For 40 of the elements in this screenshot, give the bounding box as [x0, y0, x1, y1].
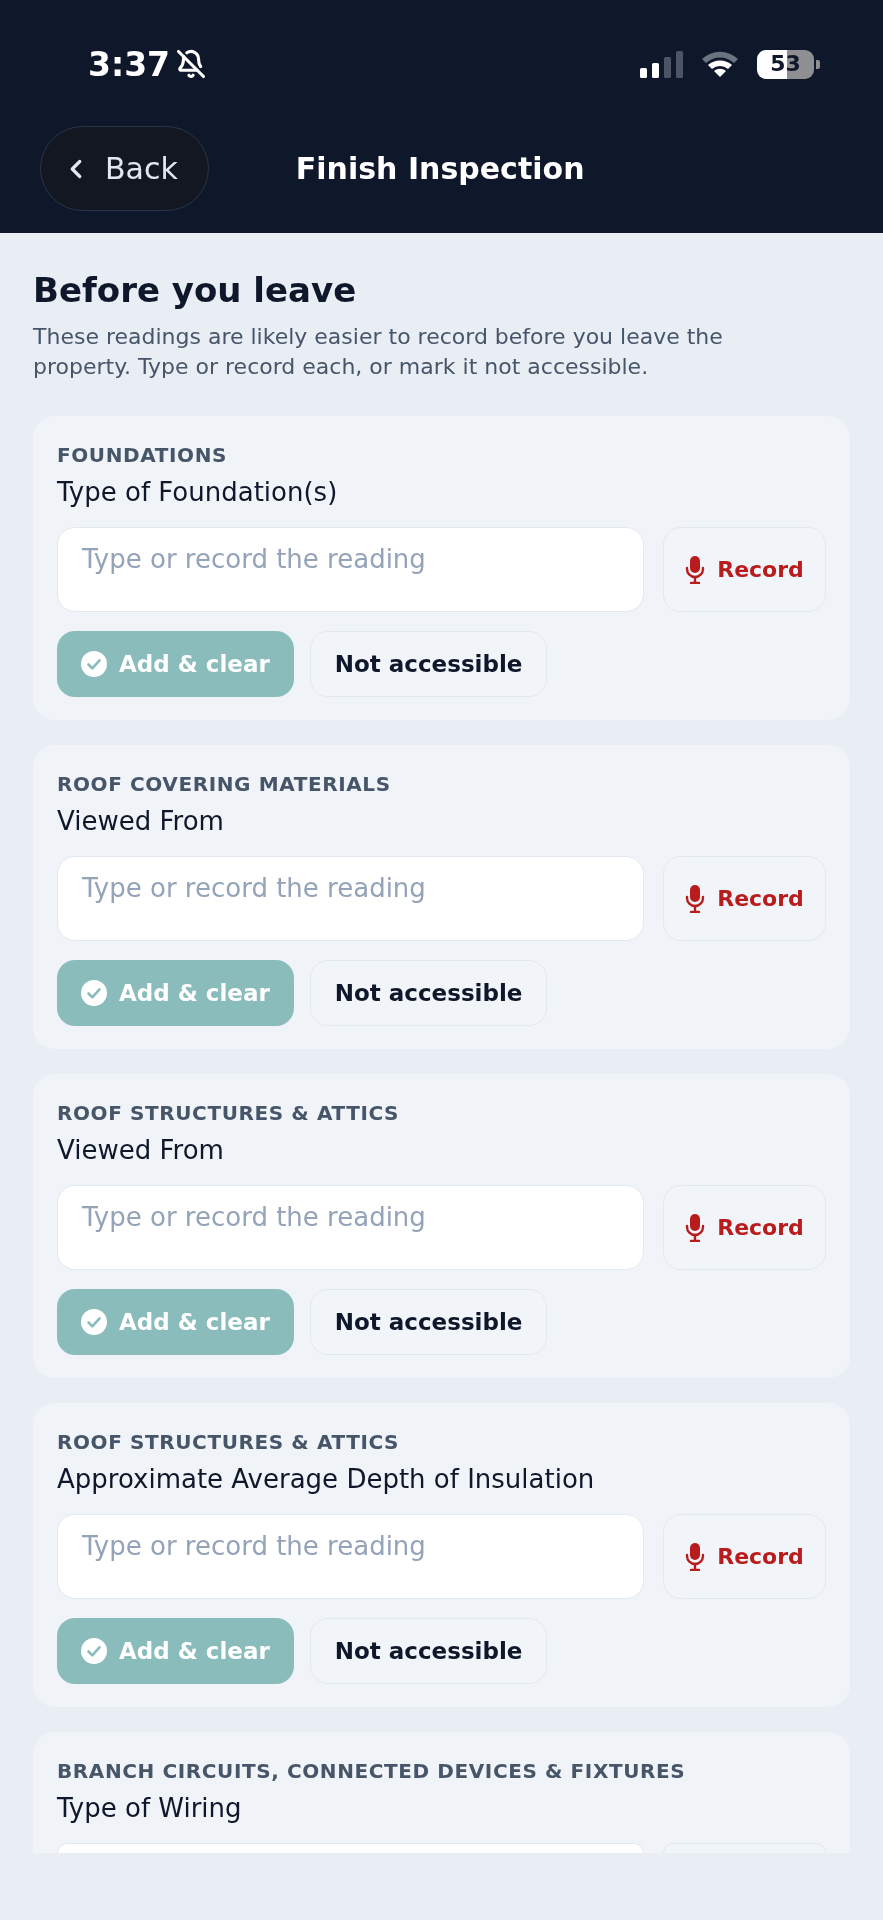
not-accessible-button[interactable]: Not accessible — [309, 960, 548, 1026]
bell-slash-icon — [176, 49, 207, 79]
wifi-icon — [701, 50, 739, 78]
reading-input[interactable]: Type or record the reading — [57, 1185, 644, 1270]
section-category: ROOF STRUCTURES & ATTICS — [57, 1430, 401, 1454]
section-category: BRANCH CIRCUITS, CONNECTED DEVICES & FIXTURES — [57, 1759, 687, 1783]
not-accessible-button[interactable]: Not accessible — [309, 1618, 548, 1684]
signal-icon — [640, 50, 683, 78]
reading-input[interactable]: Type or record the reading — [57, 856, 644, 941]
screen-title: Finish Inspection — [295, 150, 585, 188]
reading-input[interactable] — [57, 1843, 644, 1853]
section-category: ROOF STRUCTURES & ATTICS — [57, 1101, 401, 1125]
reading-input[interactable]: Type or record the reading — [57, 527, 644, 612]
microphone-icon — [685, 1213, 706, 1242]
microphone-icon — [685, 1542, 706, 1571]
record-button[interactable]: Record — [663, 1185, 826, 1270]
back-button[interactable]: Back — [40, 126, 209, 211]
battery-indicator: 53 — [757, 49, 820, 79]
section-heading: Before you leave — [33, 270, 358, 310]
reading-input[interactable]: Type or record the reading — [57, 1514, 644, 1599]
record-button[interactable]: Record — [663, 1514, 826, 1599]
not-accessible-button[interactable]: Not accessible — [309, 631, 548, 697]
microphone-icon — [685, 884, 706, 913]
check-circle-icon — [81, 1638, 107, 1664]
reading-title: Type of Foundation(s) — [57, 476, 339, 508]
check-circle-icon — [81, 980, 107, 1006]
record-button[interactable]: Record — [663, 527, 826, 612]
not-accessible-button[interactable]: Not accessible — [309, 1289, 548, 1355]
reading-title: Viewed From — [57, 1134, 225, 1166]
section-category: ROOF COVERING MATERIALS — [57, 772, 392, 796]
reading-title: Approximate Average Depth of Insulation — [57, 1463, 596, 1495]
microphone-icon — [685, 555, 706, 584]
reading-title: Type of Wiring — [57, 1792, 243, 1824]
section-description: These readings are likely easier to record before you leave the property. Type or record each, or mark it not accessible. — [33, 323, 724, 381]
check-circle-icon — [81, 651, 107, 677]
record-button[interactable]: Record — [663, 856, 826, 941]
check-circle-icon — [81, 1309, 107, 1335]
section-category: FOUNDATIONS — [57, 443, 228, 467]
reading-title: Viewed From — [57, 805, 225, 837]
status-time: 3:37 — [88, 47, 171, 81]
